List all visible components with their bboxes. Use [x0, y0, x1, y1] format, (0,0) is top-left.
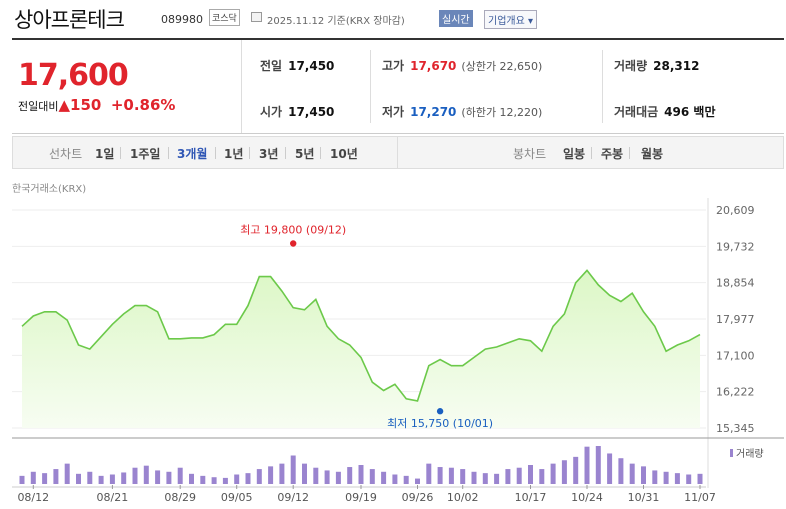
volume-bar [76, 473, 81, 484]
volume-bar [358, 465, 364, 484]
volume-bar [528, 465, 533, 484]
volume-bar [381, 471, 387, 484]
volume-bar [663, 471, 669, 484]
volume-bar [132, 467, 138, 484]
volume-bar [189, 473, 194, 484]
volume-bar [629, 463, 635, 484]
x-tick-label: 09/26 [402, 491, 434, 504]
volume-bar [268, 466, 274, 484]
volume-bar [618, 458, 624, 484]
volume-bar [539, 469, 545, 484]
volume-bar [403, 475, 409, 484]
x-tick-label: 09/19 [345, 491, 377, 504]
volume-bar [313, 467, 319, 484]
volume-bar [652, 470, 658, 484]
volume-bar [19, 475, 25, 484]
volume-bar [166, 471, 172, 484]
x-tick-label: 11/07 [684, 491, 716, 504]
volume-bar [290, 455, 296, 484]
volume-bar [595, 446, 601, 484]
volume-bar [302, 463, 307, 484]
volume-legend-label: 거래량 [736, 448, 764, 460]
volume-bar [109, 474, 115, 484]
y-tick-label: 19,732 [716, 240, 755, 253]
x-tick-label: 10/17 [515, 491, 547, 504]
max-label: 최고 19,800 (09/12) [240, 224, 346, 237]
volume-bar [697, 473, 703, 484]
y-tick-label: 20,609 [716, 204, 755, 217]
volume-bar [234, 474, 240, 484]
volume-bar [279, 463, 285, 484]
min-label: 최저 15,750 (10/01) [387, 417, 493, 430]
volume-bar [143, 465, 149, 484]
volume-bar [482, 473, 488, 484]
x-tick-label: 08/21 [97, 491, 129, 504]
volume-bar [53, 469, 59, 484]
volume-bar [324, 470, 330, 484]
volume-bar [30, 471, 36, 484]
volume-bar [674, 473, 680, 484]
volume-bar [121, 472, 127, 484]
y-tick-label: 17,977 [716, 313, 755, 326]
volume-bar [494, 473, 500, 484]
volume-bar [584, 446, 590, 484]
volume-bar [550, 463, 556, 484]
volume-bar [573, 456, 579, 484]
x-tick-label: 10/02 [447, 491, 479, 504]
price-area [22, 270, 700, 428]
volume-legend-swatch [730, 449, 733, 457]
volume-bar [516, 467, 522, 484]
volume-bar [460, 469, 466, 484]
y-tick-label: 18,854 [716, 277, 755, 290]
volume-bar [471, 471, 477, 484]
x-tick-label: 08/12 [17, 491, 49, 504]
volume-bar [42, 473, 48, 484]
volume-bar [64, 463, 70, 484]
volume-bar [641, 466, 646, 484]
volume-bar [607, 453, 613, 484]
y-tick-label: 17,100 [716, 349, 755, 362]
volume-bar [177, 467, 183, 484]
x-tick-label: 08/29 [164, 491, 196, 504]
x-tick-label: 10/24 [571, 491, 603, 504]
volume-bar [245, 473, 251, 484]
volume-bar [200, 475, 206, 484]
volume-bar [505, 469, 511, 484]
volume-bar [561, 460, 567, 484]
price-chart[interactable]: 20,609 19,732 18,854 17,977 17,100 16,222 15,3… [0, 0, 786, 509]
volume-bar [437, 467, 443, 484]
volume-bar [222, 477, 228, 484]
min-marker [436, 408, 444, 415]
x-tick-label: 09/12 [277, 491, 309, 504]
volume-bar [347, 467, 353, 484]
volume-bar [448, 467, 454, 484]
x-tick-label: 09/05 [221, 491, 253, 504]
volume-bar [87, 471, 93, 484]
volume-bar [335, 471, 341, 484]
volume-bar [426, 463, 432, 484]
x-tick-label: 10/31 [628, 491, 660, 504]
volume-bar [392, 474, 398, 484]
volume-bar [98, 475, 104, 484]
volume-bar [211, 477, 217, 484]
volume-bar [415, 478, 420, 484]
volume-bar [686, 474, 692, 484]
y-tick-label: 16,222 [716, 386, 755, 399]
y-tick-label: 15,345 [716, 422, 755, 435]
volume-bar [155, 470, 161, 484]
volume-bar [256, 469, 262, 484]
volume-bar [369, 469, 375, 484]
max-marker [290, 240, 297, 247]
